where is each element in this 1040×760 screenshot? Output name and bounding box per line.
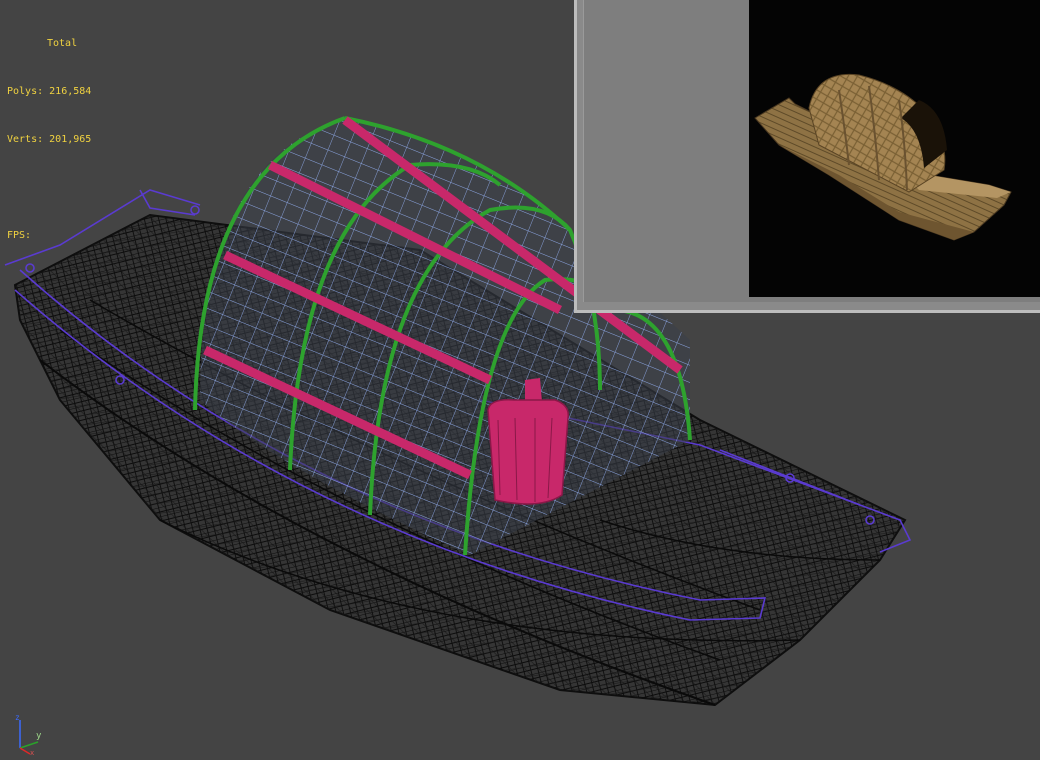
verts-value: 201,965 <box>49 134 92 145</box>
verts-row: Verts: 201,965 <box>7 132 91 148</box>
render-preview-window[interactable] <box>574 0 1040 313</box>
stats-header: Total <box>47 38 78 49</box>
polys-label: Polys: <box>7 86 44 97</box>
axis-gizmo-icon: z y x <box>15 713 42 756</box>
fps-label: FPS: <box>7 230 32 241</box>
axis-x-label: x <box>30 749 34 756</box>
viewport-statistics: Total Polys: 216,584 Verts: 201,965 FPS: <box>7 4 91 276</box>
axis-z-label: z <box>15 713 20 722</box>
verts-label: Verts: <box>7 134 44 145</box>
axis-y-label: y <box>36 731 42 741</box>
rendered-boat <box>754 73 1012 241</box>
polys-row: Polys: 216,584 <box>7 84 91 100</box>
polys-value: 216,584 <box>49 86 92 97</box>
render-canvas[interactable] <box>749 0 1040 297</box>
rendered-boat-image <box>754 73 1012 241</box>
